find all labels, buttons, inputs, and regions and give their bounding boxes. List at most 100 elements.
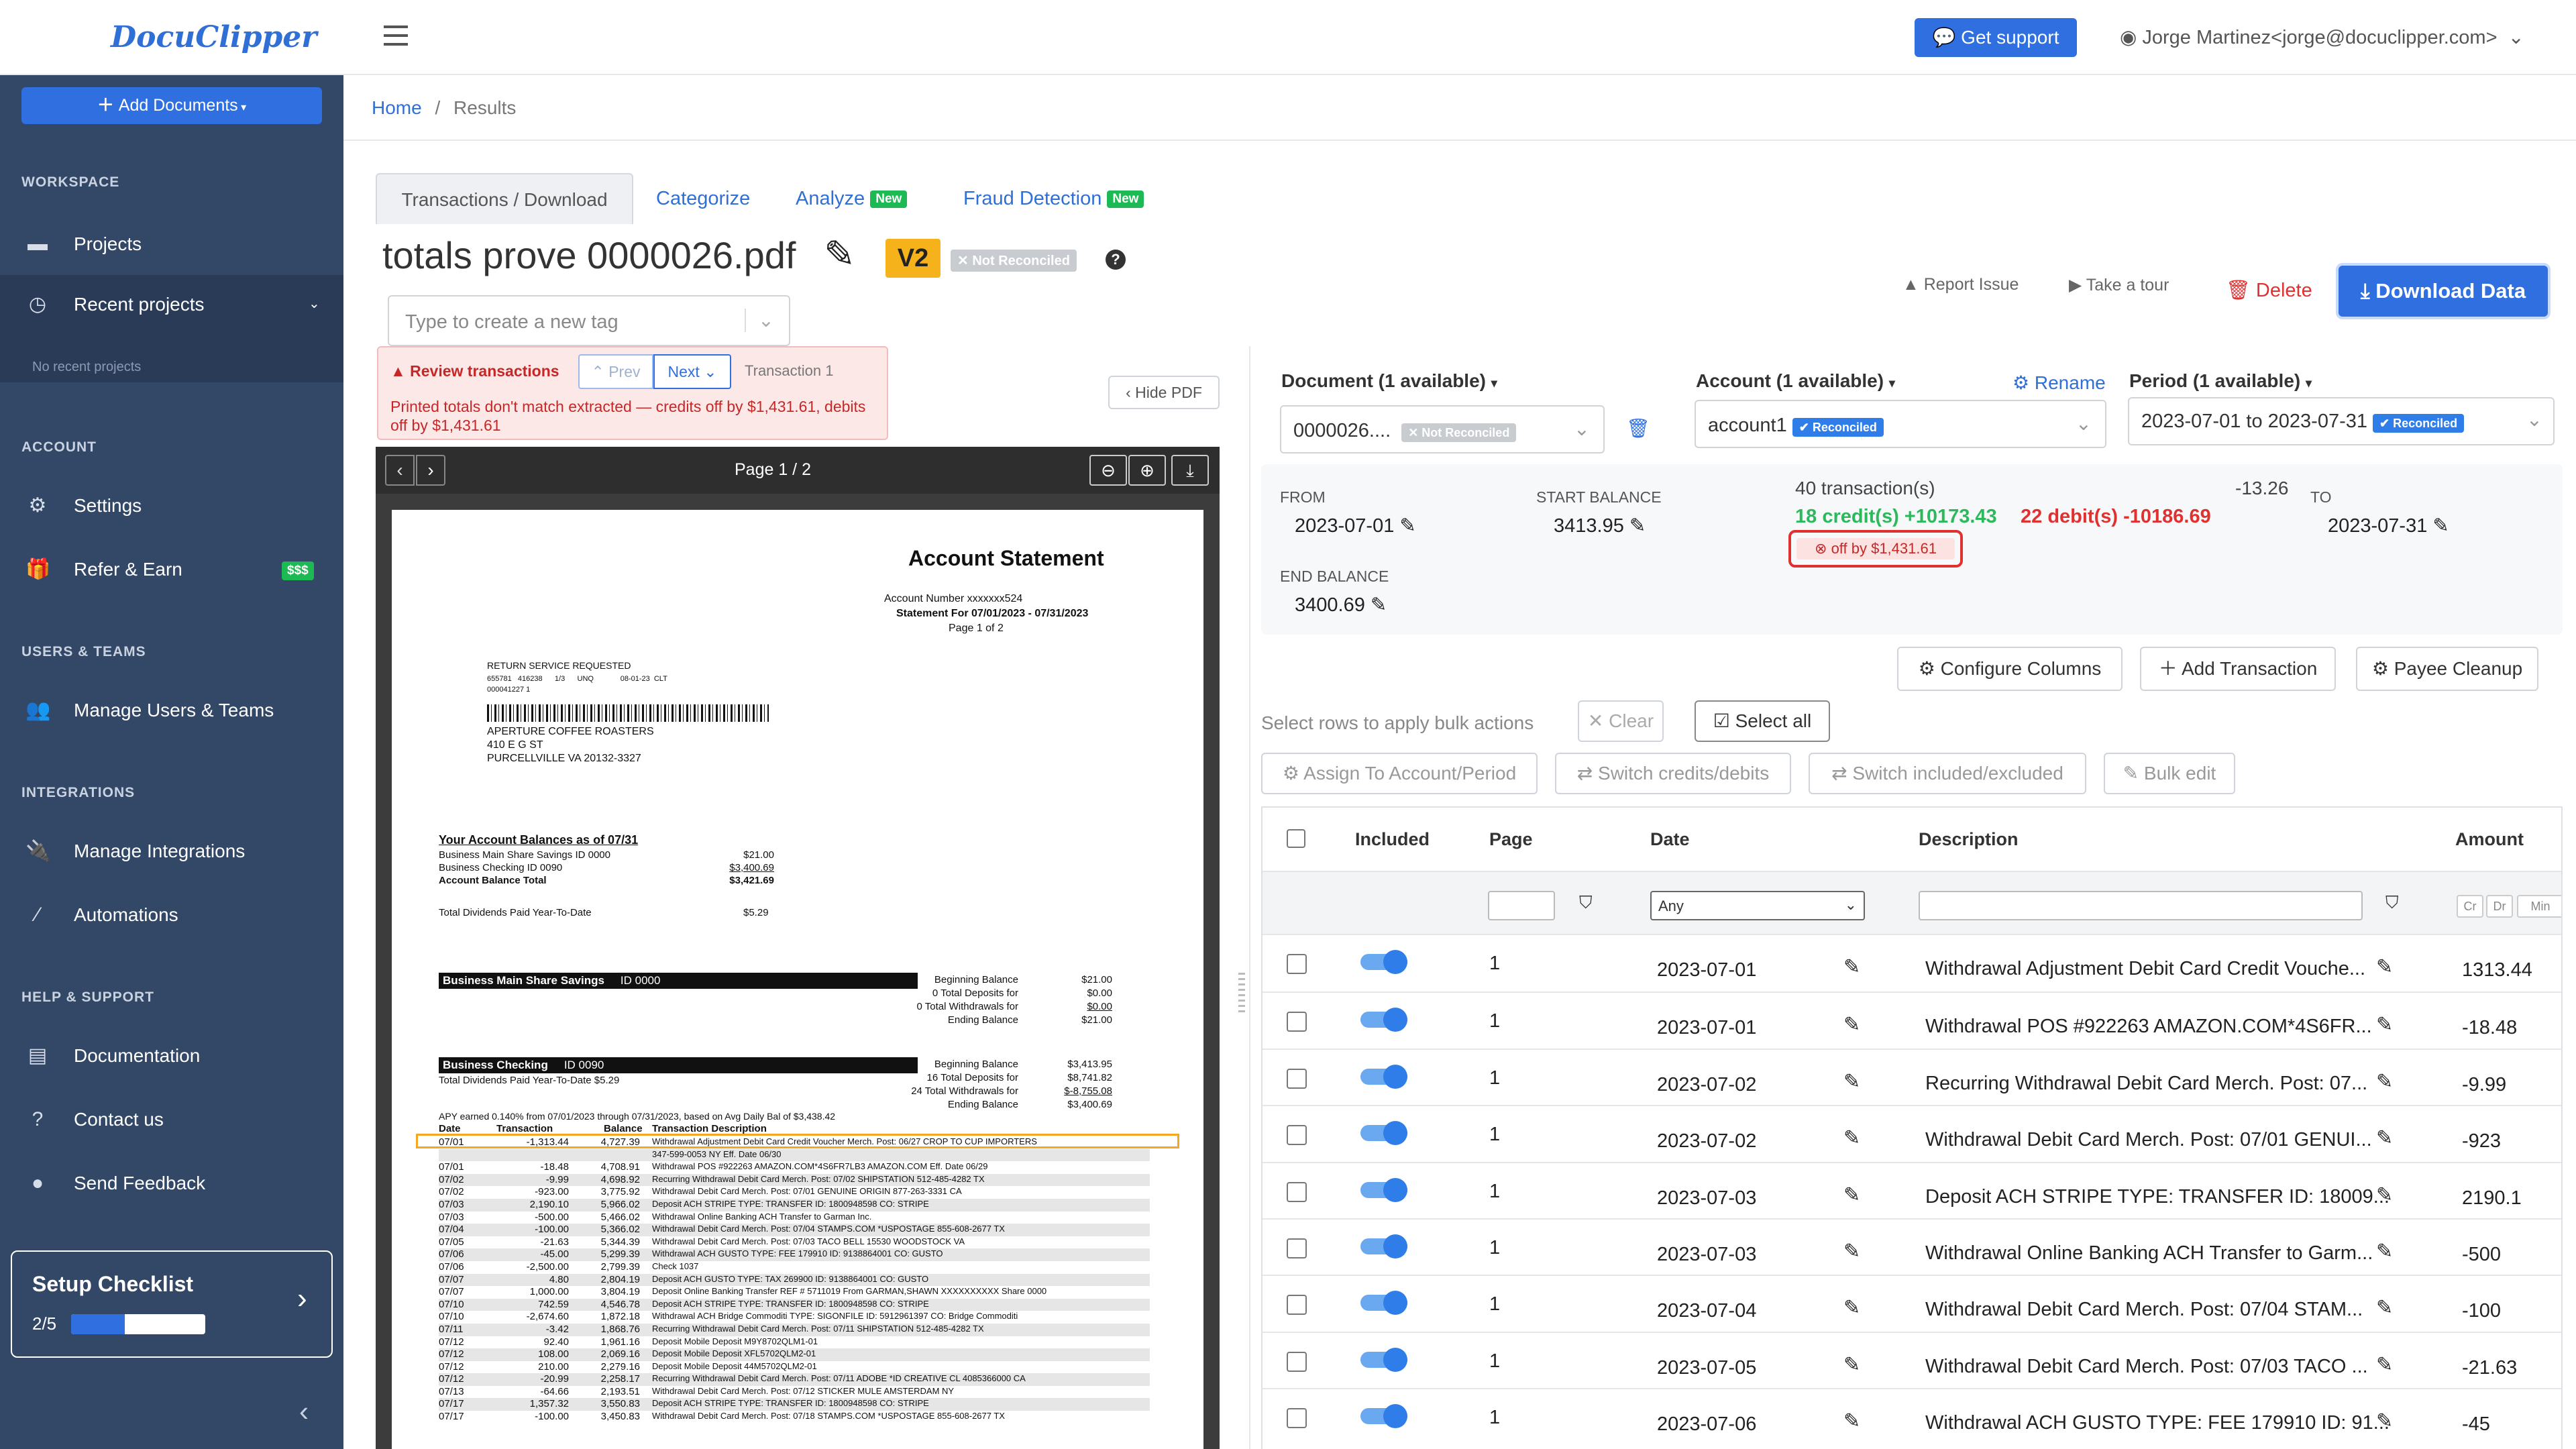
filter-icon[interactable]: ⛉ <box>2385 892 2399 914</box>
sidebar-item-refer[interactable]: 🎁 Refer & Earn $$$ <box>0 540 343 599</box>
tab-analyze[interactable]: Analyze New <box>796 188 908 210</box>
setup-checklist[interactable]: Setup Checklist 2/5 › <box>11 1250 333 1358</box>
filter-icon[interactable]: ⛉ <box>1579 892 1593 914</box>
tab-transactions[interactable]: Transactions / Download <box>376 173 633 224</box>
row-checkbox[interactable] <box>1287 1012 1307 1032</box>
prev-page-icon[interactable]: ‹ <box>385 455 415 486</box>
row-checkbox[interactable] <box>1287 1408 1307 1429</box>
edit-title-icon[interactable]: ✎ <box>824 232 855 276</box>
edit-date-icon[interactable]: ✎ <box>1843 1013 1860 1036</box>
sidebar-item-manage-users[interactable]: 👥 Manage Users & Teams <box>0 681 343 740</box>
edit-icon[interactable]: ✎ <box>1371 594 1387 616</box>
table-row[interactable]: 1 2023-07-04 ✎ Withdrawal Debit Card Merch.… <box>1263 1275 2561 1331</box>
table-row[interactable]: 1 2023-07-03 ✎ Deposit ACH STRIPE TYPE: TRA… <box>1263 1161 2561 1218</box>
header-description[interactable]: Description <box>1919 829 2019 850</box>
edit-date-icon[interactable]: ✎ <box>1843 955 1860 979</box>
edit-description-icon[interactable]: ✎ <box>2376 1013 2393 1036</box>
collapse-sidebar-icon[interactable]: ‹ <box>299 1395 309 1428</box>
included-toggle[interactable] <box>1360 1177 1407 1202</box>
add-transaction-button[interactable]: ＋ Add Transaction <box>2140 647 2336 691</box>
sidebar-item-documentation[interactable]: ▤ Documentation <box>0 1026 343 1085</box>
sidebar-item-projects[interactable]: ▬ Projects <box>0 215 343 274</box>
edit-description-icon[interactable]: ✎ <box>2376 1070 2393 1093</box>
included-toggle[interactable] <box>1360 1121 1407 1146</box>
included-toggle[interactable] <box>1360 1404 1407 1429</box>
debit-filter-button[interactable]: Dr <box>2486 895 2513 918</box>
sidebar-item-recent-projects[interactable]: ◷ Recent projects ⌄ No recent projects <box>0 275 343 382</box>
hamburger-menu-icon[interactable] <box>384 25 408 46</box>
account-select[interactable]: account1 ✔ Reconciled ⌄ <box>1695 400 2106 448</box>
period-select[interactable]: 2023-07-01 to 2023-07-31 ✔ Reconciled ⌄ <box>2128 397 2555 445</box>
edit-description-icon[interactable]: ✎ <box>2376 1296 2393 1320</box>
page-filter-input[interactable] <box>1488 891 1555 920</box>
header-page[interactable]: Page <box>1489 829 1533 850</box>
report-issue-button[interactable]: ▲ Report Issue <box>1902 275 2019 294</box>
edit-date-icon[interactable]: ✎ <box>1843 1409 1860 1433</box>
header-included[interactable]: Included <box>1355 829 1430 850</box>
table-row[interactable]: 1 2023-07-01 ✎ Withdrawal Adjustment Debit … <box>1263 935 2561 991</box>
zoom-out-icon[interactable]: ⊖ <box>1089 455 1127 486</box>
zoom-in-icon[interactable]: ⊕ <box>1128 455 1166 486</box>
prev-button[interactable]: ⌃ Prev <box>578 354 653 389</box>
payee-cleanup-button[interactable]: ⚙ Payee Cleanup <box>2356 647 2538 691</box>
tab-fraud-detection[interactable]: Fraud Detection New <box>963 188 1144 210</box>
edit-description-icon[interactable]: ✎ <box>2376 1183 2393 1207</box>
document-select[interactable]: 0000026.... ✕ Not Reconciled ⌄ <box>1280 405 1605 453</box>
sidebar-item-settings[interactable]: ⚙ Settings <box>0 476 343 535</box>
min-filter-input[interactable]: Min <box>2517 895 2561 918</box>
row-checkbox[interactable] <box>1287 1125 1307 1146</box>
row-checkbox[interactable] <box>1287 954 1307 974</box>
edit-date-icon[interactable]: ✎ <box>1843 1126 1860 1150</box>
row-checkbox[interactable] <box>1287 1295 1307 1316</box>
edit-date-icon[interactable]: ✎ <box>1843 1240 1860 1263</box>
table-row[interactable]: 1 2023-07-01 ✎ Withdrawal POS #922263 AMAZO… <box>1263 991 2561 1048</box>
edit-date-icon[interactable]: ✎ <box>1843 1353 1860 1377</box>
hide-pdf-button[interactable]: ‹ Hide PDF <box>1108 376 1220 409</box>
table-row[interactable]: 1 2023-07-02 ✎ Withdrawal Debit Card Merch.… <box>1263 1105 2561 1161</box>
edit-icon[interactable]: ✎ <box>2432 515 2449 537</box>
edit-description-icon[interactable]: ✎ <box>2376 1409 2393 1433</box>
included-toggle[interactable] <box>1360 1291 1407 1316</box>
included-toggle[interactable] <box>1360 1347 1407 1372</box>
sidebar-item-feedback[interactable]: ● Send Feedback <box>0 1154 343 1213</box>
assign-button[interactable]: ⚙ Assign To Account/Period <box>1261 753 1538 794</box>
help-icon[interactable]: ? <box>1106 250 1126 270</box>
sidebar-item-contact[interactable]: ? Contact us <box>0 1090 343 1149</box>
header-amount[interactable]: Amount <box>2455 829 2524 850</box>
tag-input[interactable]: Type to create a new tag ⌄ <box>388 295 790 346</box>
delete-document-icon[interactable]: 🗑 <box>1626 417 1650 439</box>
row-checkbox[interactable] <box>1287 1351 1307 1372</box>
next-button[interactable]: Next ⌄ <box>653 354 731 389</box>
sidebar-item-automations[interactable]: ⁄ Automations <box>0 885 343 945</box>
included-toggle[interactable] <box>1360 1234 1407 1258</box>
get-support-button[interactable]: 💬 Get support <box>1915 18 2077 57</box>
add-documents-button[interactable]: ＋ Add Documents ▾ <box>21 87 322 124</box>
row-checkbox[interactable] <box>1287 1238 1307 1258</box>
table-row[interactable]: 1 2023-07-03 ✎ Withdrawal Online Banking AC… <box>1263 1218 2561 1275</box>
download-data-button[interactable]: ⤓ Download Data <box>2339 266 2548 317</box>
table-row[interactable]: 1 2023-07-02 ✎ Recurring Withdrawal Debit C… <box>1263 1048 2561 1105</box>
switch-credits-debits-button[interactable]: ⇄ Switch credits/debits <box>1555 753 1791 794</box>
included-toggle[interactable] <box>1360 950 1407 974</box>
row-checkbox[interactable] <box>1287 1181 1307 1202</box>
take-tour-button[interactable]: ▶ Take a tour <box>2069 275 2169 295</box>
sidebar-item-manage-integrations[interactable]: 🔌 Manage Integrations <box>0 822 343 881</box>
description-filter-input[interactable] <box>1919 891 2363 920</box>
rename-button[interactable]: ⚙ Rename <box>2012 372 2106 394</box>
switch-included-button[interactable]: ⇄ Switch included/excluded <box>1809 753 2086 794</box>
edit-icon[interactable]: ✎ <box>1629 515 1646 537</box>
resize-handle[interactable] <box>1238 973 1245 1013</box>
credit-filter-button[interactable]: Cr <box>2457 895 2483 918</box>
included-toggle[interactable] <box>1360 1064 1407 1089</box>
tab-categorize[interactable]: Categorize <box>656 188 750 210</box>
download-pdf-icon[interactable]: ⤓ <box>1171 455 1209 486</box>
table-row[interactable]: 1 2023-07-05 ✎ Withdrawal Debit Card Merch.… <box>1263 1331 2561 1388</box>
table-row[interactable]: 1 2023-07-06 ✎ Withdrawal ACH GUSTO TYPE: F… <box>1263 1388 2561 1444</box>
edit-date-icon[interactable]: ✎ <box>1843 1183 1860 1207</box>
header-date[interactable]: Date <box>1650 829 1690 850</box>
delete-button[interactable]: 🗑 Delete <box>2226 279 2312 302</box>
breadcrumb-home[interactable]: Home <box>372 97 422 118</box>
configure-columns-button[interactable]: ⚙ Configure Columns <box>1897 647 2123 691</box>
edit-description-icon[interactable]: ✎ <box>2376 1126 2393 1150</box>
next-page-icon[interactable]: › <box>416 455 445 486</box>
